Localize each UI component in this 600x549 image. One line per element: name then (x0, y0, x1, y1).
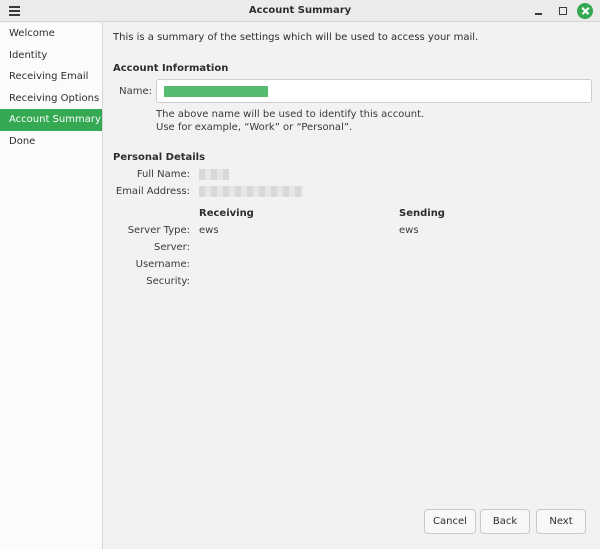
username-label: Username: (135, 259, 190, 270)
sidebar-item-done[interactable]: Done (0, 131, 102, 153)
account-name-input[interactable] (156, 79, 592, 103)
server-type-label: Server Type: (127, 225, 190, 236)
redacted-name-value (164, 86, 268, 97)
window-title: Account Summary (248, 5, 352, 16)
minimize-icon[interactable] (531, 3, 547, 19)
name-hint-line-1: The above name will be used to identify … (156, 109, 425, 120)
receiving-server-type-value: ews (199, 225, 219, 236)
sidebar-item-receiving-options[interactable]: Receiving Options (0, 88, 102, 110)
sidebar-item-welcome[interactable]: Welcome (0, 23, 102, 45)
sending-column-header: Sending (399, 208, 445, 219)
account-information-heading: Account Information (113, 63, 229, 74)
sidebar-item-receiving-email[interactable]: Receiving Email (0, 66, 102, 88)
sending-server-type-value: ews (399, 225, 419, 236)
full-name-label: Full Name: (136, 169, 190, 180)
close-icon[interactable] (577, 3, 593, 19)
receiving-column-header: Receiving (199, 208, 254, 219)
back-button[interactable]: Back (480, 509, 530, 534)
security-label: Security: (146, 276, 190, 287)
personal-details-heading: Personal Details (113, 152, 206, 163)
next-button[interactable]: Next (536, 509, 586, 534)
sidebar-item-identity[interactable]: Identity (0, 45, 102, 67)
cancel-button[interactable]: Cancel (424, 509, 476, 534)
title-bar: Account Summary (0, 0, 600, 22)
intro-text: This is a summary of the settings which … (113, 32, 479, 43)
name-hint-line-2: Use for example, “Work” or “Personal”. (156, 122, 353, 133)
redacted-full-name (199, 169, 229, 180)
sidebar-item-account-summary[interactable]: Account Summary (0, 109, 102, 131)
main-content: This is a summary of the settings which … (104, 23, 600, 549)
server-label: Server: (154, 242, 190, 253)
sidebar: Welcome Identity Receiving Email Receivi… (0, 23, 103, 549)
redacted-email-address (199, 186, 303, 197)
maximize-icon[interactable] (555, 3, 571, 19)
name-label: Name: (119, 86, 152, 97)
email-address-label: Email Address: (115, 186, 190, 197)
